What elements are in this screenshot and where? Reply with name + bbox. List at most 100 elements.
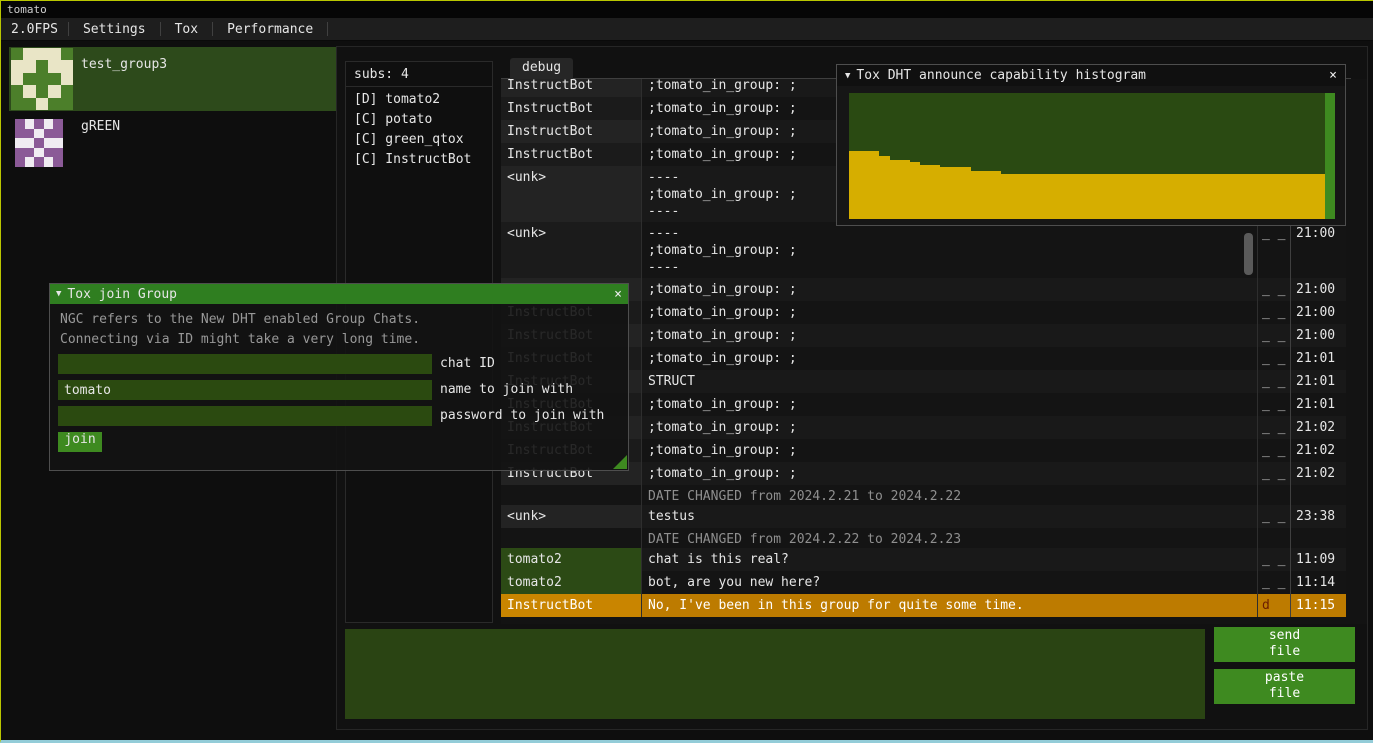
histogram-bar: [1092, 174, 1102, 219]
message-flags: _ _: [1257, 370, 1290, 393]
send-file-button[interactable]: send file: [1214, 627, 1355, 662]
message-input[interactable]: [345, 629, 1205, 719]
group-avatar: [11, 48, 73, 110]
sender-name: InstructBot: [501, 594, 641, 617]
message-time: 21:01: [1290, 393, 1346, 416]
message-text: No, I've been in this group for quite so…: [641, 594, 1257, 617]
date-changed-text: DATE CHANGED from 2024.2.22 to 2024.2.23: [641, 528, 1257, 548]
histogram-bar: [1072, 174, 1082, 219]
histogram-bar: [991, 171, 1001, 220]
histogram-bar: [890, 160, 900, 219]
member-item[interactable]: [C] green_qtox: [346, 131, 492, 151]
message-row[interactable]: tomato2bot, are you new here?_ _11:14: [501, 571, 1346, 594]
histogram-bar: [1031, 174, 1041, 219]
histogram-bar: [1173, 174, 1183, 219]
histogram-bar: [960, 167, 970, 219]
histogram-bar: [1021, 174, 1031, 219]
histogram-bar: [1234, 174, 1244, 219]
histogram-bar: [1153, 174, 1163, 219]
message-text: ;tomato_in_group: ;: [641, 416, 1257, 439]
histogram-bar: [1062, 174, 1072, 219]
message-text: ;tomato_in_group: ;: [641, 324, 1257, 347]
histogram-bar: [1133, 174, 1143, 219]
tab-debug[interactable]: debug: [510, 58, 573, 79]
message-text: ;tomato_in_group: ;: [641, 278, 1257, 301]
scrollbar-thumb[interactable]: [1244, 233, 1253, 275]
sender-name: tomato2: [501, 571, 641, 594]
join-name-input[interactable]: [58, 380, 432, 400]
histogram-bar: [1315, 174, 1325, 219]
message-flags: _ _: [1257, 301, 1290, 324]
message-flags: _ _: [1257, 439, 1290, 462]
histogram-bar: [1183, 174, 1193, 219]
collapse-arrow-icon[interactable]: ▼: [845, 71, 850, 81]
histogram-bar: [1274, 174, 1284, 219]
fps-counter: 2.0FPS: [1, 22, 68, 37]
message-flags: [1257, 528, 1290, 548]
message-time: 21:02: [1290, 439, 1346, 462]
histogram-title-bar[interactable]: ▼ Tox DHT announce capability histogram …: [837, 65, 1345, 86]
menu-item-performance[interactable]: Performance: [213, 22, 327, 37]
app-window: tomato 2.0FPS Settings Tox Performance t…: [0, 0, 1373, 743]
message-flags: d: [1257, 594, 1290, 617]
histogram-bar: [950, 167, 960, 219]
join-title-bar[interactable]: ▼ Tox join Group ×: [50, 284, 628, 304]
subs-count: subs: 4: [346, 62, 492, 86]
date-separator-row: DATE CHANGED from 2024.2.22 to 2024.2.23: [501, 528, 1346, 548]
histogram-bar: [910, 162, 920, 219]
window-title-bar[interactable]: tomato: [1, 1, 1373, 18]
message-time: [1290, 528, 1346, 548]
join-password-input[interactable]: [58, 406, 432, 426]
histogram-bar: [1203, 174, 1213, 219]
close-icon[interactable]: ×: [614, 287, 622, 302]
sidebar-item-test_group3[interactable]: test_group3: [9, 47, 337, 111]
collapse-arrow-icon[interactable]: ▼: [56, 289, 61, 299]
message-time: 21:00: [1290, 222, 1346, 278]
sender-name: [501, 485, 641, 505]
message-text: ;tomato_in_group: ;: [641, 301, 1257, 324]
histogram-bar: [1325, 93, 1335, 219]
message-text: testus: [641, 505, 1257, 528]
message-flags: _ _: [1257, 278, 1290, 301]
histogram-bar: [1082, 174, 1092, 219]
message-time: 21:02: [1290, 416, 1346, 439]
histogram-bar: [971, 171, 981, 220]
message-text: ;tomato_in_group: ;: [641, 439, 1257, 462]
message-text: ;tomato_in_group: ;: [641, 393, 1257, 416]
button-label: file: [1214, 686, 1355, 702]
histogram-bar: [900, 160, 910, 219]
message-flags: _ _: [1257, 548, 1290, 571]
message-time: 11:15: [1290, 594, 1346, 617]
menu-item-tox[interactable]: Tox: [161, 22, 212, 37]
sender-name: InstructBot: [501, 79, 641, 97]
histogram-bar: [1264, 174, 1274, 219]
sender-name: <unk>: [501, 222, 641, 278]
join-button[interactable]: join: [58, 432, 102, 452]
message-row[interactable]: tomato2chat is this real?_ _11:09: [501, 548, 1346, 571]
message-row[interactable]: <unk>----;tomato_in_group: ;----_ _21:00: [501, 222, 1346, 278]
message-row[interactable]: InstructBotNo, I've been in this group f…: [501, 594, 1346, 617]
sidebar-item-gREEN[interactable]: gREEN: [9, 113, 337, 169]
histogram-bar: [981, 171, 991, 220]
close-icon[interactable]: ×: [1329, 68, 1337, 83]
menu-item-settings[interactable]: Settings: [69, 22, 160, 37]
group-avatar: [15, 119, 63, 167]
member-item[interactable]: [C] potato: [346, 111, 492, 131]
histogram-bar: [940, 167, 950, 219]
resize-grip[interactable]: [613, 455, 627, 469]
histogram-title: Tox DHT announce capability histogram: [856, 68, 1146, 83]
member-item[interactable]: [D] tomato2: [346, 91, 492, 111]
message-flags: _ _: [1257, 222, 1290, 278]
paste-file-button[interactable]: paste file: [1214, 669, 1355, 704]
message-time: 21:00: [1290, 301, 1346, 324]
member-item[interactable]: [C] InstructBot: [346, 151, 492, 171]
message-text: ;tomato_in_group: ;: [641, 462, 1257, 485]
message-flags: _ _: [1257, 462, 1290, 485]
message-row[interactable]: <unk>testus_ _23:38: [501, 505, 1346, 528]
join-info-line: Connecting via ID might take a very long…: [60, 332, 420, 347]
chat-id-input[interactable]: [58, 354, 432, 374]
sender-name: [501, 528, 641, 548]
button-label: file: [1214, 644, 1355, 660]
join-group-window: ▼ Tox join Group × NGC refers to the New…: [49, 283, 629, 471]
message-flags: _ _: [1257, 505, 1290, 528]
